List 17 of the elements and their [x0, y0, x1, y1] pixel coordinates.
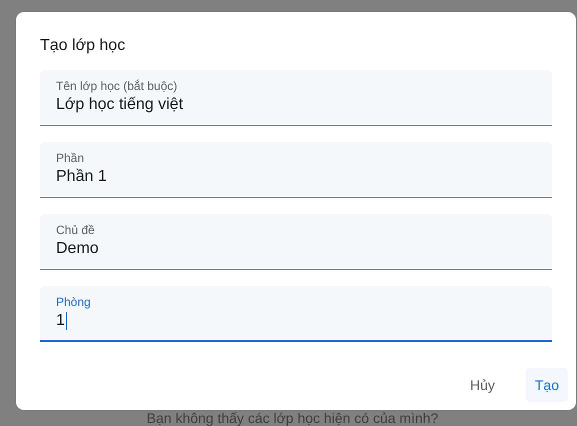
field-label: Phần [56, 150, 84, 166]
background-text: Bạn không thấy các lớp học hiện có của mình? [146, 410, 440, 426]
input-field[interactable]: Phần Phần 1 [40, 142, 552, 198]
field-label: Tên lớp học (bắt buộc) [56, 78, 178, 94]
create-button[interactable]: Tạo [526, 368, 568, 402]
field-value: Phần 1 [56, 167, 107, 187]
field-value: 1 [56, 311, 65, 331]
field-label: Phòng [56, 294, 91, 310]
field-label: Chủ đề [56, 222, 95, 238]
input-field[interactable]: Phòng 1 [40, 286, 552, 342]
input-field[interactable]: Chủ đề Demo [40, 214, 552, 270]
text-cursor [66, 312, 67, 330]
field-value: Lớp học tiếng việt [56, 95, 184, 115]
field-value: Demo [56, 239, 99, 259]
cancel-button[interactable]: Hủy [460, 368, 504, 402]
dialog-title: Tạo lớp học [40, 36, 126, 56]
input-field[interactable]: Tên lớp học (bắt buộc) Lớp học tiếng việt [40, 70, 552, 126]
